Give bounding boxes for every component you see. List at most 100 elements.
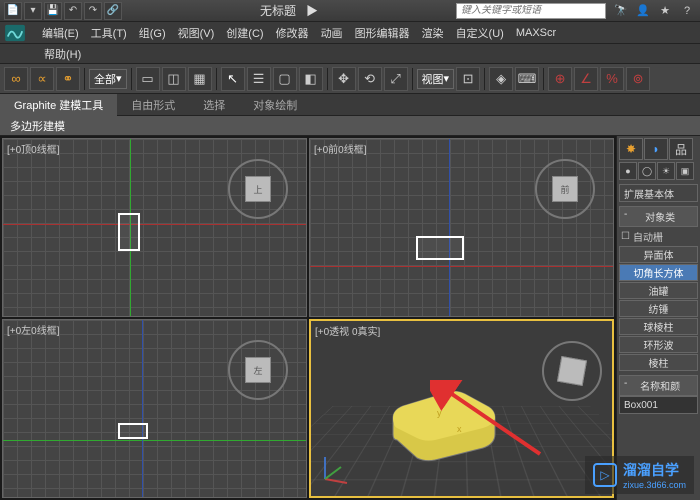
save-button[interactable]: 💾: [44, 2, 62, 20]
search-input[interactable]: [457, 5, 605, 16]
menu-tools[interactable]: 工具(T): [85, 22, 133, 44]
hierarchy-tab[interactable]: 品: [669, 138, 693, 160]
btn-oiltank[interactable]: 油罐: [619, 282, 698, 299]
select-region-icon[interactable]: ◫: [162, 67, 186, 91]
watermark: ▷ 溜溜自学 zixue.3d66.com: [585, 456, 694, 494]
viewport-label[interactable]: [+0前0线框]: [314, 141, 367, 156]
select-icon[interactable]: ▭: [136, 67, 160, 91]
favorites-icon[interactable]: ★: [656, 2, 674, 20]
menu-render[interactable]: 渲染: [416, 22, 450, 44]
name-color-rollout[interactable]: -名称和颜: [619, 375, 698, 396]
lights-tab[interactable]: ☀: [657, 162, 675, 180]
cameras-tab[interactable]: ▣: [676, 162, 694, 180]
modify-tab[interactable]: ◗: [644, 138, 668, 160]
quick-access-toolbar: 📄 ▾ 💾 ↶ ↷ 🔗: [4, 2, 122, 20]
menu-maxscript[interactable]: MAXScr: [510, 22, 562, 44]
viewport-label[interactable]: [+0左0线框]: [7, 322, 60, 337]
geometry-tab[interactable]: ●: [619, 162, 637, 180]
viewport-front[interactable]: [+0前0线框] 前: [309, 138, 614, 317]
viewport-left[interactable]: [+0左0线框] 左: [2, 319, 307, 498]
viewport-label[interactable]: [+0透视 0真实]: [315, 323, 380, 338]
btn-spindle[interactable]: 纺锤: [619, 300, 698, 317]
viewcube[interactable]: 前: [535, 159, 595, 219]
percent-snap-icon[interactable]: %: [600, 67, 624, 91]
unlink-icon[interactable]: ∝: [30, 67, 54, 91]
category-dropdown[interactable]: 扩展基本体: [619, 184, 698, 202]
spinner-snap-icon[interactable]: ⊚: [626, 67, 650, 91]
tab-paint[interactable]: 对象绘制: [239, 94, 311, 116]
menu-customize[interactable]: 自定义(U): [450, 22, 510, 44]
svg-text:y: y: [437, 408, 442, 418]
tab-freeform[interactable]: 自由形式: [117, 94, 189, 116]
ribbon-panel-label[interactable]: 多边形建模: [0, 116, 700, 136]
link-button[interactable]: 🔗: [104, 2, 122, 20]
create-tab[interactable]: ✸: [619, 138, 643, 160]
viewport-top[interactable]: [+0顶0线框] 上: [2, 138, 307, 317]
object-type-rollout[interactable]: -对象类: [619, 206, 698, 227]
autogrid-check[interactable]: ☐ 自动栅: [619, 227, 698, 246]
new-button[interactable]: 📄: [4, 2, 22, 20]
viewport-label[interactable]: [+0顶0线框]: [7, 141, 60, 156]
watermark-brand: 溜溜自学: [623, 460, 686, 480]
object-wire-top[interactable]: [118, 213, 140, 251]
viewcube[interactable]: 上: [228, 159, 288, 219]
select-name-icon[interactable]: ☰: [247, 67, 271, 91]
play-icon: ▷: [593, 463, 617, 487]
svg-text:x: x: [457, 424, 462, 434]
app-logo[interactable]: [0, 22, 30, 44]
tab-selection[interactable]: 选择: [189, 94, 239, 116]
viewport-perspective[interactable]: [+0透视 0真实] y x: [309, 319, 614, 498]
tab-graphite[interactable]: Graphite 建模工具: [0, 94, 117, 116]
object-wire-front[interactable]: [416, 236, 464, 260]
keyboard-icon[interactable]: ⌨: [515, 67, 539, 91]
axis-z: [142, 320, 143, 497]
menubar: 编辑(E) 工具(T) 组(G) 视图(V) 创建(C) 修改器 动画 图形编辑…: [0, 22, 700, 44]
chamfer-box-object[interactable]: y x: [383, 384, 503, 464]
move-icon[interactable]: ✥: [332, 67, 356, 91]
btn-gengon[interactable]: 球棱柱: [619, 318, 698, 335]
undo-button[interactable]: ↶: [64, 2, 82, 20]
viewcube[interactable]: [542, 341, 602, 401]
menu-create[interactable]: 创建(C): [220, 22, 269, 44]
object-wire-left[interactable]: [118, 423, 148, 439]
selection-set-dropdown[interactable]: 全部 ▾: [89, 69, 127, 89]
manipulate-icon[interactable]: ◈: [489, 67, 513, 91]
btn-chamferbox[interactable]: 切角长方体: [619, 264, 698, 281]
btn-hedra[interactable]: 异面体: [619, 246, 698, 263]
angle-snap-icon[interactable]: ∠: [574, 67, 598, 91]
menu-animation[interactable]: 动画: [315, 22, 349, 44]
pivot-icon[interactable]: ⊡: [456, 67, 480, 91]
select-rect-icon[interactable]: ▢: [273, 67, 297, 91]
axis-x: [310, 266, 613, 267]
window-crossing-icon[interactable]: ◧: [299, 67, 323, 91]
link-icon[interactable]: ∞: [4, 67, 28, 91]
community-icon[interactable]: 👤: [634, 2, 652, 20]
menu-edit[interactable]: 编辑(E): [36, 22, 85, 44]
coord-system-dropdown[interactable]: 视图 ▾: [417, 69, 455, 89]
search-box[interactable]: [456, 3, 606, 19]
select-object-icon[interactable]: ↖: [221, 67, 245, 91]
rotate-icon[interactable]: ⟲: [358, 67, 382, 91]
binoculars-icon[interactable]: 🔭: [612, 2, 630, 20]
filter-icon[interactable]: ▦: [188, 67, 212, 91]
btn-ringwave[interactable]: 环形波: [619, 336, 698, 353]
snap-toggle-icon[interactable]: ⊕: [548, 67, 572, 91]
titlebar: 📄 ▾ 💾 ↶ ↷ 🔗 无标题 ▶ 🔭 👤 ★ ?: [0, 0, 700, 22]
redo-button[interactable]: ↷: [84, 2, 102, 20]
viewcube[interactable]: 左: [228, 340, 288, 400]
menu-group[interactable]: 组(G): [133, 22, 172, 44]
object-name-field[interactable]: Box001: [619, 396, 698, 414]
menu-view[interactable]: 视图(V): [172, 22, 221, 44]
scale-icon[interactable]: ⤢: [384, 67, 408, 91]
btn-prism[interactable]: 棱柱: [619, 354, 698, 371]
menu-grapheditor[interactable]: 图形编辑器: [349, 22, 416, 44]
axis-y: [3, 440, 306, 441]
open-button[interactable]: ▾: [24, 2, 42, 20]
help-icon[interactable]: ?: [678, 2, 696, 20]
shapes-tab[interactable]: ◯: [638, 162, 656, 180]
bind-icon[interactable]: ⚭: [56, 67, 80, 91]
menu-help[interactable]: 帮助(H): [36, 46, 89, 62]
viewports: [+0顶0线框] 上 [+0前0线框] 前 [+0左0线框] 左 [+0透视 0…: [0, 136, 616, 500]
menu-modifiers[interactable]: 修改器: [270, 22, 315, 44]
titlebar-right-icons: 🔭 👤 ★ ?: [612, 2, 696, 20]
